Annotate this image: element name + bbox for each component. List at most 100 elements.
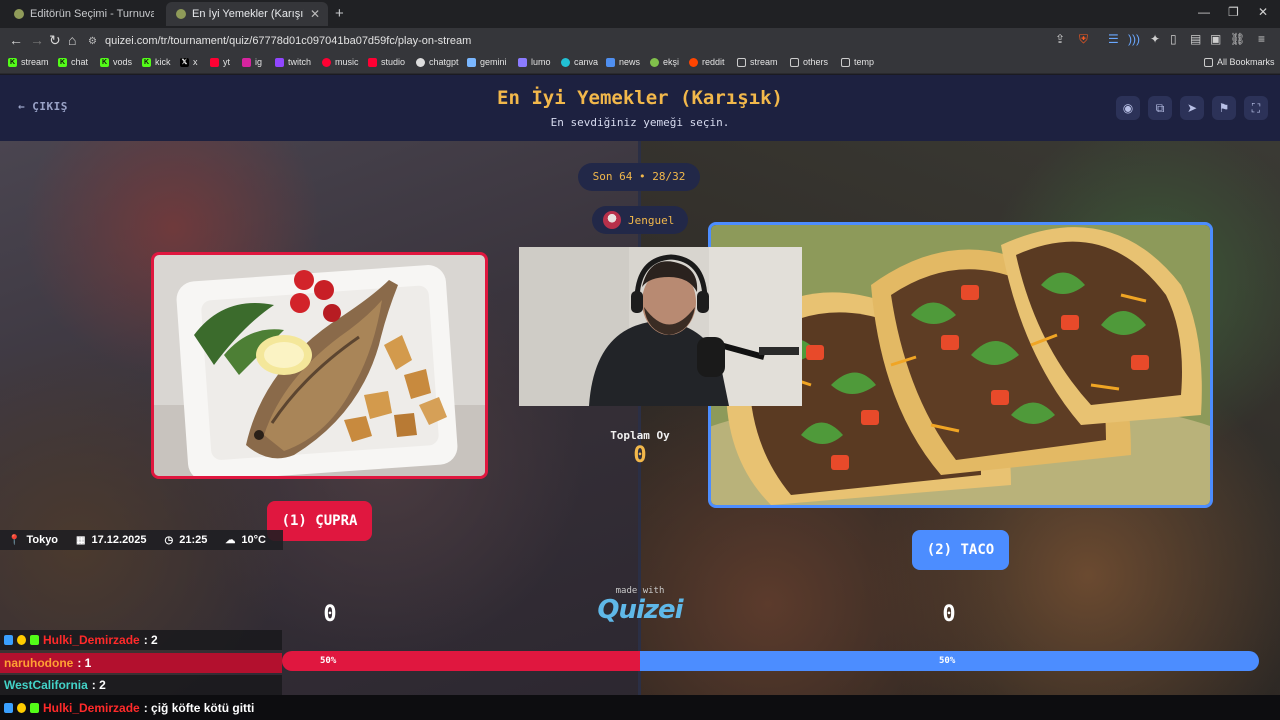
folder-icon bbox=[1204, 57, 1213, 67]
bookmark-kick[interactable]: Kkick bbox=[142, 57, 171, 67]
url-text: quizei.com/tr/tournament/quiz/67778d01c0… bbox=[104, 35, 472, 47]
close-window-icon[interactable]: ✕ bbox=[1258, 5, 1268, 19]
bottom-chat-message: Hulki_Demirzade : çiğ köfte kötü gitti bbox=[0, 695, 1280, 720]
bookmark-folder-others[interactable]: others bbox=[790, 57, 828, 67]
brave-shield-icon[interactable]: ⛨ bbox=[1079, 32, 1088, 47]
news-icon bbox=[606, 57, 615, 67]
bookmark-folder-stream[interactable]: stream bbox=[737, 57, 778, 67]
calendar-icon: ▦ bbox=[76, 534, 86, 546]
quiz-header: ← ÇIKIŞ En İyi Yemekler (Karışık) En sev… bbox=[0, 75, 1280, 141]
menu-icon[interactable]: ≡ bbox=[1258, 32, 1265, 46]
chat-text: : 2 bbox=[143, 633, 158, 647]
chat-username: WestCalifornia bbox=[4, 678, 88, 692]
weather-item: ☁ 10°C bbox=[225, 534, 266, 546]
badge-icon bbox=[17, 635, 26, 645]
address-bar-row: ← → ↻ ⌂ ⚙ quizei.com/tr/tournament/quiz/… bbox=[0, 28, 1280, 54]
flag-icon[interactable]: ⚑ bbox=[1212, 96, 1236, 120]
bookmark-music[interactable]: music bbox=[322, 57, 359, 67]
bookmark-news[interactable]: news bbox=[606, 57, 640, 67]
reload-icon[interactable]: ↻ bbox=[49, 32, 61, 49]
chatgpt-icon bbox=[416, 57, 425, 67]
badge-icon bbox=[4, 635, 13, 645]
right-percent: 50% bbox=[939, 656, 956, 666]
studio-icon bbox=[368, 57, 377, 67]
browser-tabbar: Editörün Seçimi - Turnuva - Quizei En İy… bbox=[0, 0, 1280, 28]
bookmark-studio[interactable]: studio bbox=[368, 57, 405, 67]
youtube-icon bbox=[210, 57, 219, 67]
extensions-icon[interactable]: ✦ bbox=[1150, 32, 1160, 46]
vote-right-button[interactable]: (2) TACO bbox=[912, 530, 1009, 570]
bookmark-reddit[interactable]: reddit bbox=[689, 57, 725, 67]
send-icon[interactable]: ➤ bbox=[1180, 96, 1204, 120]
bookmark-vods[interactable]: Kvods bbox=[100, 57, 132, 67]
forward-icon[interactable]: → bbox=[30, 32, 44, 48]
fullscreen-icon[interactable]: ⛶ bbox=[1244, 96, 1268, 120]
kick-icon: K bbox=[100, 57, 109, 67]
tab-title: En İyi Yemekler (Karışık) - Tier Li bbox=[192, 8, 304, 20]
audio-icon[interactable]: ))) bbox=[1128, 32, 1140, 46]
reddit-icon bbox=[689, 57, 698, 67]
wallet-icon[interactable]: ▣ bbox=[1210, 32, 1221, 46]
bookmark-yt[interactable]: yt bbox=[210, 57, 230, 67]
eye-icon[interactable]: ◉ bbox=[1116, 96, 1140, 120]
chat-message: WestCalifornia : 2 bbox=[0, 675, 282, 695]
chat-text: : çiğ köfte kötü gitti bbox=[143, 700, 255, 715]
share-icon[interactable]: ⇪ bbox=[1055, 32, 1065, 46]
quiz-title: En İyi Yemekler (Karışık) bbox=[497, 87, 783, 109]
home-icon[interactable]: ⌂ bbox=[68, 32, 76, 48]
bookmark-gemini[interactable]: gemini bbox=[467, 57, 507, 67]
badge-icon bbox=[30, 702, 39, 713]
cloud-icon: ☁ bbox=[225, 534, 236, 546]
chat-message: naruhodone : 1 bbox=[0, 653, 282, 673]
all-bookmarks[interactable]: All Bookmarks bbox=[1204, 57, 1275, 67]
tab-tier-list[interactable]: En İyi Yemekler (Karışık) - Tier Li ✕ bbox=[166, 2, 328, 26]
option-left-card[interactable] bbox=[151, 252, 488, 479]
chat-text: : 2 bbox=[91, 678, 106, 692]
restore-icon[interactable]: ❐ bbox=[1228, 5, 1239, 19]
tab-title: Editörün Seçimi - Turnuva - Quizei bbox=[30, 8, 154, 20]
quizei-favicon-icon bbox=[176, 9, 186, 19]
badge-icon bbox=[4, 702, 13, 713]
kick-icon: K bbox=[142, 57, 151, 67]
round-badge: Son 64 • 28/32 bbox=[578, 163, 700, 191]
quiz-subtitle: En sevdiğiniz yemeği seçin. bbox=[550, 116, 730, 129]
bookmark-chatgpt[interactable]: chatgpt bbox=[416, 57, 459, 67]
bookmark-chat[interactable]: Kchat bbox=[58, 57, 88, 67]
bookmark-ig[interactable]: ig bbox=[242, 57, 262, 67]
folder-icon bbox=[737, 57, 746, 67]
bookmark-canva[interactable]: canva bbox=[561, 57, 598, 67]
kick-icon: K bbox=[8, 57, 17, 67]
clock-icon: ◷ bbox=[164, 534, 174, 546]
tab-editors-choice[interactable]: Editörün Seçimi - Turnuva - Quizei bbox=[4, 2, 162, 26]
copy-icon[interactable]: ⧉ bbox=[1148, 96, 1172, 120]
bookmark-eksi[interactable]: ekşi bbox=[650, 57, 679, 67]
total-votes-value: 0 bbox=[633, 443, 647, 468]
folder-icon bbox=[841, 57, 850, 67]
translate-icon[interactable]: ☰ bbox=[1108, 32, 1119, 46]
url-field[interactable]: ⚙ quizei.com/tr/tournament/quiz/67778d01… bbox=[88, 31, 1088, 51]
bookmark-x[interactable]: 𝕏x bbox=[180, 57, 198, 67]
quizei-logo[interactable]: Quizei bbox=[590, 595, 690, 625]
stream-info-bar: 📍 Tokyo ▦ 17.12.2025 ◷ 21:25 ☁ 10°C bbox=[0, 530, 283, 550]
kick-icon: K bbox=[58, 57, 67, 67]
chat-text: : 1 bbox=[77, 656, 92, 670]
quiz-page: ← ÇIKIŞ En İyi Yemekler (Karışık) En sev… bbox=[0, 75, 1280, 720]
back-icon[interactable]: ← bbox=[9, 32, 23, 48]
sidebar-icon[interactable]: ▯ bbox=[1170, 32, 1177, 46]
bookmark-stream[interactable]: Kstream bbox=[8, 57, 49, 67]
instagram-icon bbox=[242, 57, 251, 67]
bookmark-lumo[interactable]: lumo bbox=[518, 57, 551, 67]
gemini-icon bbox=[467, 57, 476, 67]
site-info-icon[interactable]: ⚙ bbox=[88, 36, 97, 47]
pin-icon: 📍 bbox=[8, 534, 21, 546]
folder-icon bbox=[790, 57, 799, 67]
bookmark-folder-temp[interactable]: temp bbox=[841, 57, 874, 67]
streamer-badge: Jenguel bbox=[592, 206, 688, 234]
new-tab-icon[interactable]: + bbox=[335, 5, 344, 22]
left-percent: 50% bbox=[320, 656, 337, 666]
close-tab-icon[interactable]: ✕ bbox=[310, 7, 320, 21]
minimize-icon[interactable]: — bbox=[1198, 5, 1210, 19]
bookmark-twitch[interactable]: twitch bbox=[275, 57, 311, 67]
link-icon[interactable]: ⛓ bbox=[1230, 32, 1245, 46]
reader-icon[interactable]: ▤ bbox=[1190, 32, 1201, 46]
